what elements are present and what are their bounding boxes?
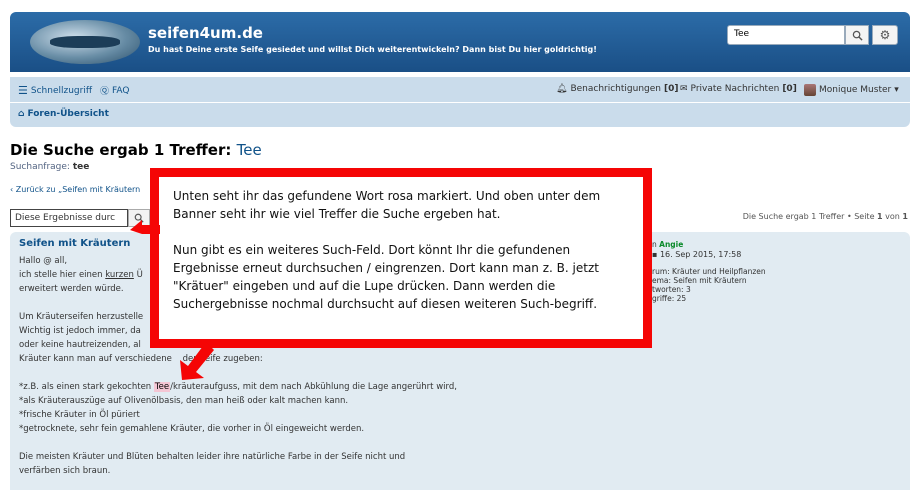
faq-label: FAQ <box>112 85 130 96</box>
back-link-label: Zurück zu „Seifen mit Kräutern <box>15 185 141 194</box>
page-title: Die Suche ergab 1 Treffer: Tee <box>10 141 262 159</box>
annotation-paragraph-2: Nun gibt es ein weiteres Such-Feld. Dort… <box>173 243 599 311</box>
filter-results-input[interactable]: Diese Ergebnisse durc <box>10 209 128 227</box>
notifications-link[interactable]: 🔔︎ Benachrichtigungen [0] <box>556 84 678 94</box>
post-line: *getrocknete, sehr fein gemahlene Kräute… <box>19 424 365 434</box>
quick-access-menu[interactable]: ☰ Schnellzugriff <box>18 84 92 97</box>
post-title[interactable]: Seifen mit Kräutern <box>19 238 130 249</box>
post-author[interactable]: Angie <box>659 240 683 249</box>
annotation-paragraph-1: Unten seht ihr das gefundene Wort rosa m… <box>173 189 601 221</box>
quick-access-label: Schnellzugriff <box>30 85 93 96</box>
post-line: Die meisten Kräuter und Blüten behalten … <box>19 452 406 462</box>
site-logo[interactable] <box>30 20 140 64</box>
faq-link[interactable]: Ⓠ FAQ <box>100 84 130 98</box>
post-line: *als Kräuterauszüge auf Olivenölbasis, d… <box>19 396 349 406</box>
chevron-down-icon: ▾ <box>894 85 899 95</box>
advanced-search-button[interactable]: ⚙ <box>872 25 898 45</box>
post-text: Ü <box>133 270 143 280</box>
post-spacer <box>19 436 539 450</box>
pager-current: 1 <box>877 212 883 221</box>
post-line: *z.B. als einen stark gekochten Tee/kräu… <box>19 380 539 394</box>
private-messages-link[interactable]: ✉ Private Nachrichten [0] <box>680 84 797 94</box>
post-line: *frische Kräuter in Öl püriert <box>19 410 140 420</box>
post-date: ▪ 16. Sep 2015, 17:58 <box>652 250 766 259</box>
notifications-count: [0] <box>663 84 679 94</box>
query-label: Suchanfrage: <box>10 162 70 172</box>
home-icon: ⌂ <box>18 109 25 119</box>
pager-of: von <box>885 212 900 221</box>
back-link[interactable]: ‹ Zurück zu „Seifen mit Kräutern <box>10 185 140 194</box>
avatar <box>804 84 816 96</box>
post-line: verfärben sich braun. <box>19 466 111 476</box>
post-spacer <box>19 366 539 380</box>
user-name: Monique Muster <box>819 85 892 95</box>
meta-prefix: n <box>652 240 657 249</box>
search-icon <box>852 30 863 41</box>
post-forum[interactable]: rum: Kräuter und Heilpflanzen <box>652 267 766 276</box>
post-views: griffe: 25 <box>652 294 687 303</box>
messages-label: Private Nachrichten <box>690 84 780 94</box>
site-description: Du hast Deine erste Seife gesiedet und w… <box>148 45 597 54</box>
post-topic[interactable]: ema: Seifen mit Kräutern <box>652 276 766 285</box>
messages-count: [0] <box>782 84 797 94</box>
annotation-arrow-icon <box>180 342 214 380</box>
results-heading-term[interactable]: Tee <box>237 141 262 159</box>
meta-spacer <box>652 259 766 267</box>
calendar-icon: ▪ <box>652 250 658 259</box>
post-date-text: 16. Sep 2015, 17:58 <box>659 250 742 259</box>
annotation-arrow-icon <box>130 220 160 234</box>
envelope-icon: ✉ <box>680 84 688 94</box>
menu-icon: ☰ <box>18 84 28 97</box>
breadcrumb-forum-index: Foren-Übersicht <box>27 109 109 119</box>
results-heading: Die Suche ergab 1 Treffer: <box>10 141 232 159</box>
pagination-info: Die Suche ergab 1 Treffer • Seite 1 von … <box>743 212 908 221</box>
post-replies: tworten: 3 <box>652 285 691 294</box>
help-icon: Ⓠ <box>100 87 110 97</box>
user-menu[interactable]: Monique Muster ▾ <box>804 84 899 96</box>
nav-row-top: ☰ Schnellzugriff Ⓠ FAQ 🔔︎ Benachrichtigu… <box>10 77 910 103</box>
post-text: /kräuteraufguss, mit dem nach Abkühlung … <box>170 382 457 392</box>
search-query: Suchanfrage: tee <box>10 162 89 172</box>
post-link[interactable]: kurzen <box>105 270 134 280</box>
post-text: ich stelle hier einen <box>19 270 106 280</box>
post-text: *z.B. als einen stark gekochten <box>19 382 154 392</box>
notifications-label: Benachrichtigungen <box>570 84 661 94</box>
post-meta: n Angie ▪ 16. Sep 2015, 17:58 rum: Kräut… <box>652 240 766 303</box>
pager-total[interactable]: 1 <box>902 212 908 221</box>
search-input[interactable]: Tee <box>727 25 845 45</box>
post-line: Kräuter kann man auf verschiedene der Se… <box>19 354 263 364</box>
site-title[interactable]: seifen4um.de <box>148 24 263 42</box>
breadcrumb[interactable]: ⌂ Foren-Übersicht <box>18 109 109 119</box>
search-button[interactable] <box>845 25 869 45</box>
pager-text: Die Suche ergab 1 Treffer • Seite <box>742 212 875 221</box>
gear-icon: ⚙ <box>879 28 891 42</box>
query-value: tee <box>72 162 90 172</box>
search-highlight: Tee <box>153 382 171 392</box>
post-author-line: n Angie <box>652 240 766 249</box>
bell-icon: 🔔︎ <box>556 84 568 94</box>
annotation-callout: Unten seht ihr das gefundene Wort rosa m… <box>150 168 652 348</box>
navbar: ☰ Schnellzugriff Ⓠ FAQ 🔔︎ Benachrichtigu… <box>10 77 910 127</box>
